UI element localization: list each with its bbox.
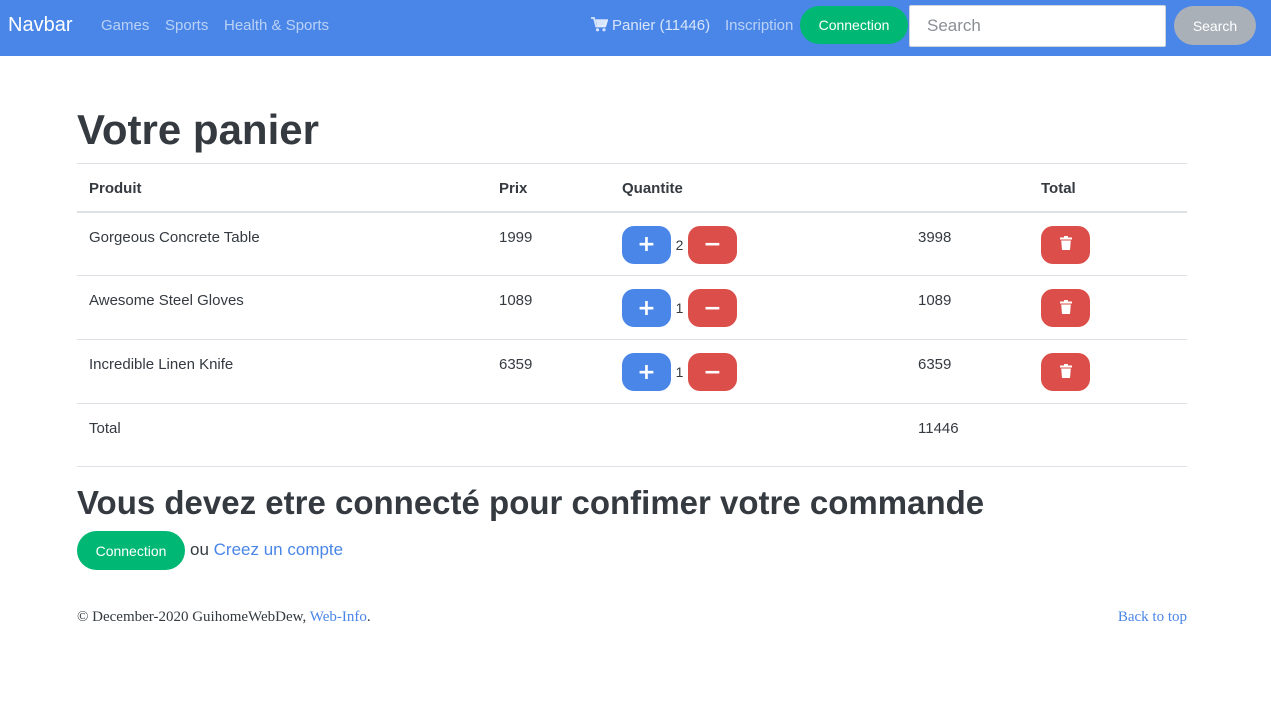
navbar-connection-button[interactable]: Connection bbox=[800, 6, 908, 44]
delete-cell bbox=[1029, 276, 1187, 340]
header-quantite: Quantite bbox=[622, 180, 683, 197]
header-empty bbox=[906, 164, 1029, 212]
delete-cell bbox=[1029, 340, 1187, 404]
trash-icon bbox=[1059, 236, 1072, 253]
cart-label: Panier (11446) bbox=[612, 17, 711, 34]
quantity-stepper: + 1 − bbox=[622, 289, 894, 327]
cart-table: Produit Prix Quantite Total Gorgeous Con… bbox=[77, 163, 1187, 467]
shopping-cart-icon bbox=[591, 17, 609, 37]
line-total: 1089 bbox=[918, 292, 952, 309]
trash-icon bbox=[1059, 299, 1072, 317]
login-required-heading: Vous devez etre connecté pour confimer v… bbox=[77, 484, 985, 521]
increase-quantity-button[interactable]: + bbox=[622, 289, 671, 327]
table-header-row: Produit Prix Quantite Total bbox=[77, 163, 1187, 212]
nav-link-inscription[interactable]: Inscription bbox=[725, 17, 793, 35]
increase-quantity-button[interactable]: + bbox=[622, 353, 671, 391]
nav-link-cart[interactable]: Panier (11446) bbox=[591, 17, 710, 37]
line-total: 6359 bbox=[918, 356, 952, 373]
connection-button[interactable]: Connection bbox=[77, 531, 185, 570]
back-to-top-link[interactable]: Back to top bbox=[1118, 608, 1187, 626]
grand-total: 11446 bbox=[918, 420, 959, 437]
total-row: Total 11446 bbox=[77, 404, 1187, 467]
delete-item-button[interactable] bbox=[1041, 225, 1090, 264]
plus-icon: + bbox=[637, 232, 656, 257]
table-row: Awesome Steel Gloves 1089 + 1 − 1089 bbox=[77, 276, 1187, 340]
product-price: 1089 bbox=[499, 292, 533, 309]
line-total: 3998 bbox=[918, 228, 952, 246]
product-name: Awesome Steel Gloves bbox=[89, 292, 244, 309]
quantity-value: 1 bbox=[675, 300, 684, 316]
minus-icon: − bbox=[703, 359, 722, 385]
header-prix: Prix bbox=[499, 180, 528, 197]
trash-icon bbox=[1059, 363, 1072, 381]
navbar-brand[interactable]: Navbar bbox=[8, 12, 72, 38]
page-title: Votre panier bbox=[77, 106, 319, 153]
search-input[interactable] bbox=[909, 5, 1166, 47]
minus-icon: − bbox=[703, 232, 722, 257]
decrease-quantity-button[interactable]: − bbox=[688, 225, 737, 264]
decrease-quantity-button[interactable]: − bbox=[688, 289, 737, 327]
increase-quantity-button[interactable]: + bbox=[622, 225, 671, 264]
plus-icon: + bbox=[637, 295, 656, 321]
quantity-value: 2 bbox=[675, 236, 684, 253]
footer-copyright: © December-2020 GuihomeWebDew, Web-Info. bbox=[77, 608, 371, 626]
product-price: 6359 bbox=[499, 356, 533, 373]
nav-link-health-sports[interactable]: Health & Sports bbox=[224, 17, 329, 35]
copyright-text: © December-2020 GuihomeWebDew, bbox=[77, 609, 310, 625]
product-name: Gorgeous Concrete Table bbox=[89, 228, 260, 246]
nav-link-games[interactable]: Games bbox=[101, 17, 149, 35]
quantity-cell: + 1 − bbox=[610, 276, 906, 340]
delete-cell bbox=[1029, 212, 1187, 276]
table-row: Incredible Linen Knife 6359 + 1 − 6359 bbox=[77, 340, 1187, 404]
quantity-cell: + 2 − bbox=[610, 212, 906, 276]
minus-icon: − bbox=[703, 295, 722, 321]
login-alternative: ou Creez un compte bbox=[190, 540, 343, 560]
footer-period: . bbox=[366, 609, 371, 625]
product-price: 1999 bbox=[499, 228, 533, 246]
create-account-link[interactable]: Creez un compte bbox=[214, 540, 343, 559]
quantity-cell: + 1 − bbox=[610, 340, 906, 404]
table-row: Gorgeous Concrete Table 1999 + 2 − 3998 bbox=[77, 212, 1187, 276]
section-divider bbox=[77, 466, 1187, 467]
total-label: Total bbox=[89, 420, 121, 437]
header-produit: Produit bbox=[89, 180, 142, 197]
navbar: Navbar Games Sports Health & Sports Pani… bbox=[0, 0, 1271, 56]
header-total: Total bbox=[1041, 180, 1076, 197]
or-text: ou bbox=[190, 540, 209, 559]
quantity-stepper: + 2 − bbox=[622, 225, 894, 264]
search-button[interactable]: Search bbox=[1174, 6, 1256, 45]
quantity-stepper: + 1 − bbox=[622, 353, 894, 391]
product-name: Incredible Linen Knife bbox=[89, 356, 234, 373]
web-info-link[interactable]: Web-Info bbox=[310, 609, 367, 625]
delete-item-button[interactable] bbox=[1041, 289, 1090, 327]
plus-icon: + bbox=[637, 359, 656, 385]
delete-item-button[interactable] bbox=[1041, 353, 1090, 391]
quantity-value: 1 bbox=[675, 364, 684, 380]
nav-link-sports[interactable]: Sports bbox=[165, 17, 208, 35]
decrease-quantity-button[interactable]: − bbox=[688, 353, 737, 391]
